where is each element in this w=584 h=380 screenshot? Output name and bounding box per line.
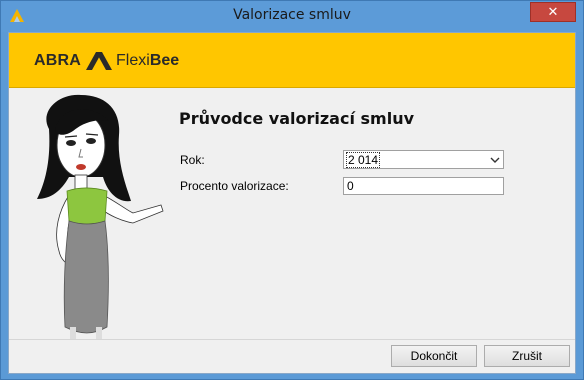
header-banner: ABRA Flexi Bee: [9, 33, 575, 88]
footer-divider: [9, 339, 575, 340]
wizard-heading: Průvodce valorizací smluv: [179, 109, 415, 128]
assistant-woman-illustration: [37, 94, 164, 339]
year-select[interactable]: 2 014: [343, 150, 504, 169]
cancel-button[interactable]: Zrušit: [484, 345, 570, 367]
year-label: Rok:: [180, 153, 205, 167]
percent-label: Procento valorizace:: [180, 179, 289, 193]
logo-flexi-text: Flexi: [116, 52, 150, 69]
logo-mark-icon: [86, 52, 113, 70]
abra-flexibee-logo: ABRA Flexi Bee: [34, 48, 179, 74]
window-title: Valorizace smluv: [233, 7, 351, 23]
logo-abra-text: ABRA: [34, 52, 82, 69]
logo-bee-text: Bee: [149, 52, 180, 69]
wizard-content: Průvodce valorizací smluv Rok: 2 014 Pro…: [9, 89, 575, 339]
finish-button[interactable]: Dokončit: [391, 345, 477, 367]
close-button[interactable]: ✕: [530, 2, 576, 22]
title-bar[interactable]: Valorizace smluv ✕: [1, 1, 583, 32]
chevron-down-icon[interactable]: [487, 152, 502, 167]
dialog-window: Valorizace smluv ✕ ABRA Flexi Bee Průvod…: [0, 0, 584, 380]
dialog-client-area: ABRA Flexi Bee Průvodce valorizací smluv…: [8, 32, 576, 374]
year-select-value: 2 014: [346, 152, 381, 168]
percent-input[interactable]: [343, 177, 504, 195]
